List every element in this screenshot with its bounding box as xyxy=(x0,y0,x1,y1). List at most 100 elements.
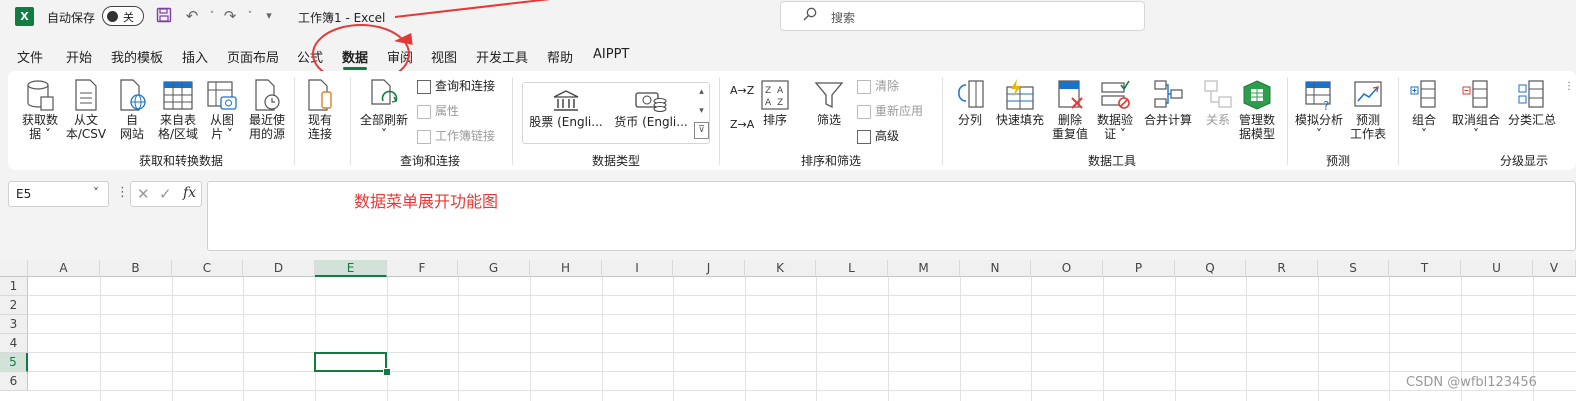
enter-check-icon[interactable]: ✓ xyxy=(159,185,172,203)
column-header[interactable]: D xyxy=(243,260,315,277)
what-if-analysis-button[interactable]: ? 模拟分析 ˅ xyxy=(1292,79,1346,141)
undo-icon[interactable]: ↶ xyxy=(183,7,201,25)
gallery-scroll-up-icon[interactable]: ▴ xyxy=(694,83,709,102)
selected-cell[interactable] xyxy=(314,352,387,372)
column-header-selected[interactable]: E xyxy=(315,260,387,277)
save-icon[interactable] xyxy=(155,7,173,25)
filter-button[interactable]: 筛选 xyxy=(811,79,847,127)
column-header[interactable]: T xyxy=(1389,260,1461,277)
row-header[interactable]: 2 xyxy=(0,296,28,315)
column-header[interactable]: M xyxy=(888,260,960,277)
column-header[interactable]: C xyxy=(172,260,243,277)
name-box-dropdown-icon[interactable]: ˅ xyxy=(93,186,99,200)
bank-icon xyxy=(553,90,579,111)
consolidate-button[interactable]: 合并计算 xyxy=(1140,79,1196,127)
row-header[interactable]: 4 xyxy=(0,334,28,353)
column-header[interactable]: J xyxy=(673,260,745,277)
autosave-toggle[interactable]: 关 xyxy=(102,6,144,26)
undo-dropdown-icon[interactable]: ˅ xyxy=(203,7,221,25)
group-button[interactable]: 组合 ˅ xyxy=(1404,79,1444,141)
column-header[interactable]: Q xyxy=(1175,260,1246,277)
stocks-data-type-button[interactable]: 股票 (Engli... xyxy=(528,89,604,129)
column-header[interactable]: P xyxy=(1103,260,1175,277)
name-box[interactable]: E5 ˅ xyxy=(8,181,109,207)
tab-page-layout[interactable]: 页面布局 xyxy=(227,47,279,66)
column-header[interactable]: N xyxy=(960,260,1031,277)
group-label-data-tools: 数据工具 xyxy=(1088,154,1137,168)
row-header[interactable]: 6 xyxy=(0,372,28,391)
fill-handle[interactable] xyxy=(383,368,391,376)
clear-filter-button[interactable]: 清除 xyxy=(857,78,899,94)
ungroup-button[interactable]: 取消组合 ˅ xyxy=(1448,79,1504,141)
text-to-columns-button[interactable]: 分列 xyxy=(952,79,988,127)
document-title: 工作簿1 - Excel xyxy=(298,11,386,25)
redo-icon[interactable]: ↷ xyxy=(221,7,239,25)
reapply-filter-button[interactable]: 重新应用 xyxy=(857,103,923,119)
properties-button[interactable]: 属性 xyxy=(417,103,459,119)
insert-function-icon[interactable]: fx xyxy=(183,185,196,201)
column-header[interactable]: F xyxy=(387,260,458,277)
tab-developer[interactable]: 开发工具 xyxy=(476,47,528,66)
tab-my-templates[interactable]: 我的模板 xyxy=(111,47,163,66)
column-header[interactable]: A xyxy=(28,260,100,277)
formula-bar-grip-icon[interactable]: ⋮ xyxy=(116,185,129,200)
tab-home[interactable]: 开始 xyxy=(66,47,92,66)
refresh-all-button[interactable]: 全部刷新 ˅ xyxy=(358,79,410,141)
data-validation-button[interactable]: 数据验 证 ˅ xyxy=(1093,79,1137,141)
redo-dropdown-icon[interactable]: ˅ xyxy=(241,7,259,25)
worksheet-grid[interactable]: A B C D E F G H I J K L M N O P Q R S T … xyxy=(0,260,1576,401)
tab-aippt[interactable]: AIPPT xyxy=(593,47,629,62)
ribbon-overflow-icon[interactable]: ⋮ xyxy=(1564,81,1574,92)
column-header[interactable]: S xyxy=(1318,260,1389,277)
column-header[interactable]: K xyxy=(745,260,816,277)
sort-button[interactable]: ZAAZ 排序 xyxy=(758,79,792,127)
subtotal-button[interactable]: 分类汇总 xyxy=(1504,79,1560,127)
column-header[interactable]: R xyxy=(1246,260,1318,277)
flash-fill-button[interactable]: 快速填充 xyxy=(992,79,1048,127)
remove-duplicates-button[interactable]: 删除 重复值 xyxy=(1050,79,1090,141)
column-header[interactable]: H xyxy=(530,260,602,277)
sort-descending-button[interactable]: Z→A xyxy=(730,117,754,133)
manage-data-model-button[interactable]: 管理数 据模型 xyxy=(1234,79,1280,141)
column-header[interactable]: L xyxy=(816,260,888,277)
tab-file[interactable]: 文件 xyxy=(17,47,43,66)
from-table-range-button[interactable]: 来自表 格/区域 xyxy=(155,79,201,141)
queries-connections-button[interactable]: 查询和连接 xyxy=(417,78,495,94)
consolidate-label: 合并计算 xyxy=(1143,113,1192,127)
gallery-expand-icon[interactable]: ⊽ xyxy=(694,122,709,139)
recent-sources-button[interactable]: 最近使 用的源 xyxy=(244,79,290,141)
column-header[interactable]: O xyxy=(1031,260,1103,277)
column-header[interactable]: B xyxy=(100,260,172,277)
row-header[interactable]: 3 xyxy=(0,315,28,334)
tab-view[interactable]: 视图 xyxy=(431,47,457,66)
group-label-get-data: 获取和转换数据 xyxy=(139,154,224,168)
search-box[interactable]: 搜索 xyxy=(780,1,1145,31)
sort-ascending-button[interactable]: A→Z xyxy=(730,83,754,99)
manage-data-model-label-2: 据模型 xyxy=(1238,127,1275,141)
customize-qat-icon[interactable]: ▾ xyxy=(260,7,278,25)
row-header[interactable]: 1 xyxy=(0,277,28,296)
group-label-data-types: 数据类型 xyxy=(592,154,641,168)
column-header[interactable]: V xyxy=(1533,260,1576,277)
select-all-corner[interactable] xyxy=(0,260,28,277)
from-web-button[interactable]: 自 网站 xyxy=(112,79,152,141)
workbook-links-button[interactable]: 工作簿链接 xyxy=(417,128,495,144)
tab-insert[interactable]: 插入 xyxy=(182,47,208,66)
currencies-data-type-button[interactable]: 货币 (Engli... xyxy=(612,89,690,129)
cancel-icon[interactable]: ✕ xyxy=(137,185,150,203)
svg-text:Z: Z xyxy=(777,98,783,108)
from-table-label-2: 格/区域 xyxy=(157,127,199,141)
forecast-sheet-button[interactable]: 预测 工作表 xyxy=(1346,79,1390,141)
from-picture-button[interactable]: 从图 片 ˅ xyxy=(204,79,240,141)
get-data-button[interactable]: 获取数 据 ˅ xyxy=(18,79,62,141)
column-header[interactable]: G xyxy=(458,260,530,277)
tab-help[interactable]: 帮助 xyxy=(547,47,573,66)
row-header-selected[interactable]: 5 xyxy=(0,353,28,372)
column-header[interactable]: I xyxy=(602,260,673,277)
relationships-button[interactable]: 关系 xyxy=(1198,79,1238,127)
existing-connections-button[interactable]: 现有 连接 xyxy=(300,79,340,141)
from-text-csv-button[interactable]: 从文 本/CSV xyxy=(64,79,108,141)
column-header[interactable]: U xyxy=(1461,260,1533,277)
advanced-filter-button[interactable]: 高级 xyxy=(857,128,899,144)
gallery-scroll-down-icon[interactable]: ▾ xyxy=(694,102,709,121)
